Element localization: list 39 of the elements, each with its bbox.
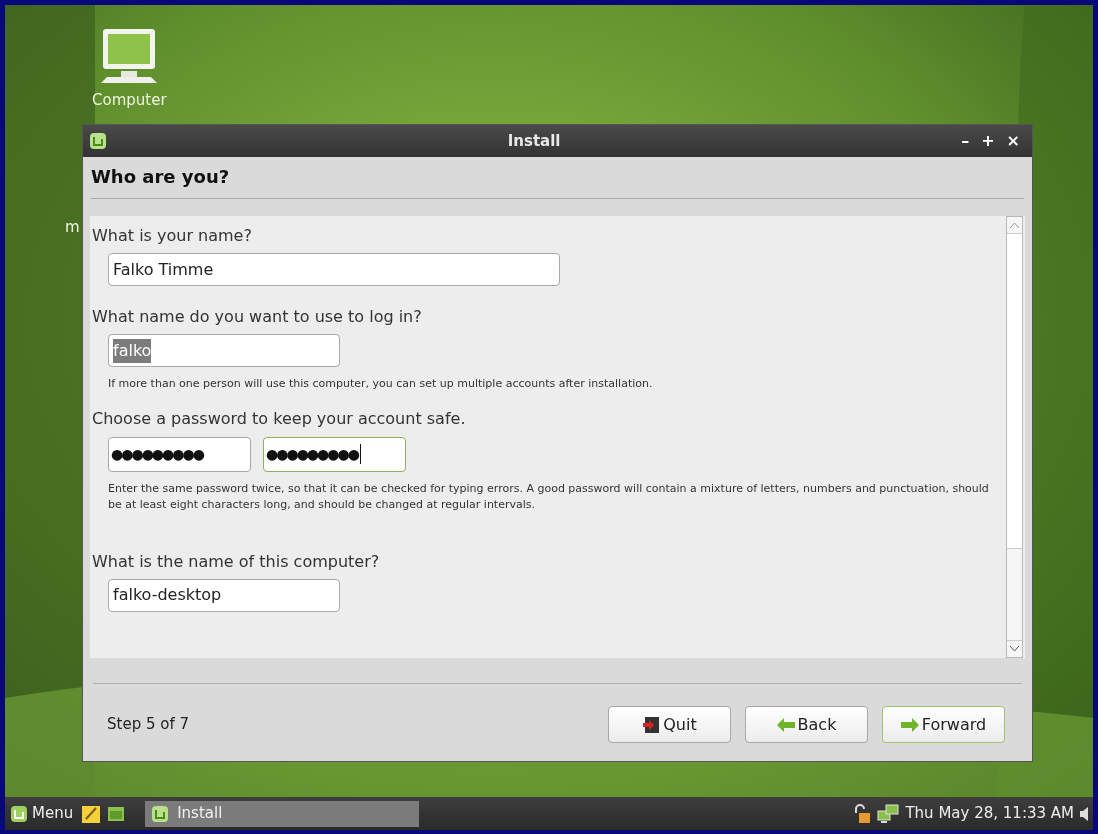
icon-label: Computer [92, 91, 167, 109]
mint-icon [89, 132, 107, 150]
mint-icon [10, 804, 28, 823]
icon-label: m [65, 217, 80, 238]
network-icon[interactable] [877, 803, 900, 824]
field-label: What is the name of this computer? [92, 550, 381, 573]
task-button[interactable]: Install [145, 800, 420, 827]
maximize-button[interactable]: + [981, 133, 995, 149]
left-arrow-icon [776, 717, 795, 732]
back-button[interactable]: Back [745, 706, 868, 743]
password-field[interactable]: ●●●●●●●●● [263, 436, 406, 472]
hint-text: Enter the same password twice, so that it can be checked for typing errors. A good password will contain a mixture of letters, numbers and punctuation, should be at least eight characters long, and should be changed at regular intervals. [107, 480, 990, 513]
clock[interactable]: Thu May 28, 11:33 AM [905, 802, 1074, 825]
text-field[interactable]: falko [108, 334, 340, 367]
page-heading: Who are you? [91, 163, 1024, 199]
text-field[interactable]: falko-desktop [108, 578, 340, 612]
hint-text: If more than one person will use this computer, you can set up multiple accounts after installation. [107, 376, 654, 392]
window-title: Install [506, 130, 562, 152]
notepad-icon[interactable] [81, 803, 102, 824]
field-label: Choose a password to keep your account safe. [92, 407, 467, 430]
step-text: Step 5 of 7 [107, 714, 190, 736]
quit-button[interactable]: Quit [608, 706, 731, 743]
password-field[interactable]: ●●●●●●●●● [108, 436, 251, 472]
lock-icon[interactable] [853, 803, 872, 824]
text-cursor [359, 444, 361, 464]
terminal-icon[interactable] [107, 805, 126, 822]
text-field[interactable]: Falko Timme [108, 253, 560, 286]
minimize-button[interactable]: – [961, 133, 970, 149]
forward-button[interactable]: Forward [882, 706, 1005, 743]
menu-button[interactable]: Menu [8, 802, 76, 825]
mint-icon [151, 804, 170, 823]
scrollbar-thumb[interactable] [1007, 234, 1022, 549]
exit-icon [642, 715, 661, 734]
scrollbar[interactable] [1006, 216, 1023, 658]
field-label: What is your name? [92, 225, 253, 247]
field-label: What name do you want to use to log in? [92, 306, 423, 328]
right-arrow-icon [900, 717, 919, 732]
close-button[interactable]: × [1006, 133, 1020, 149]
speaker-icon[interactable] [1080, 805, 1090, 822]
